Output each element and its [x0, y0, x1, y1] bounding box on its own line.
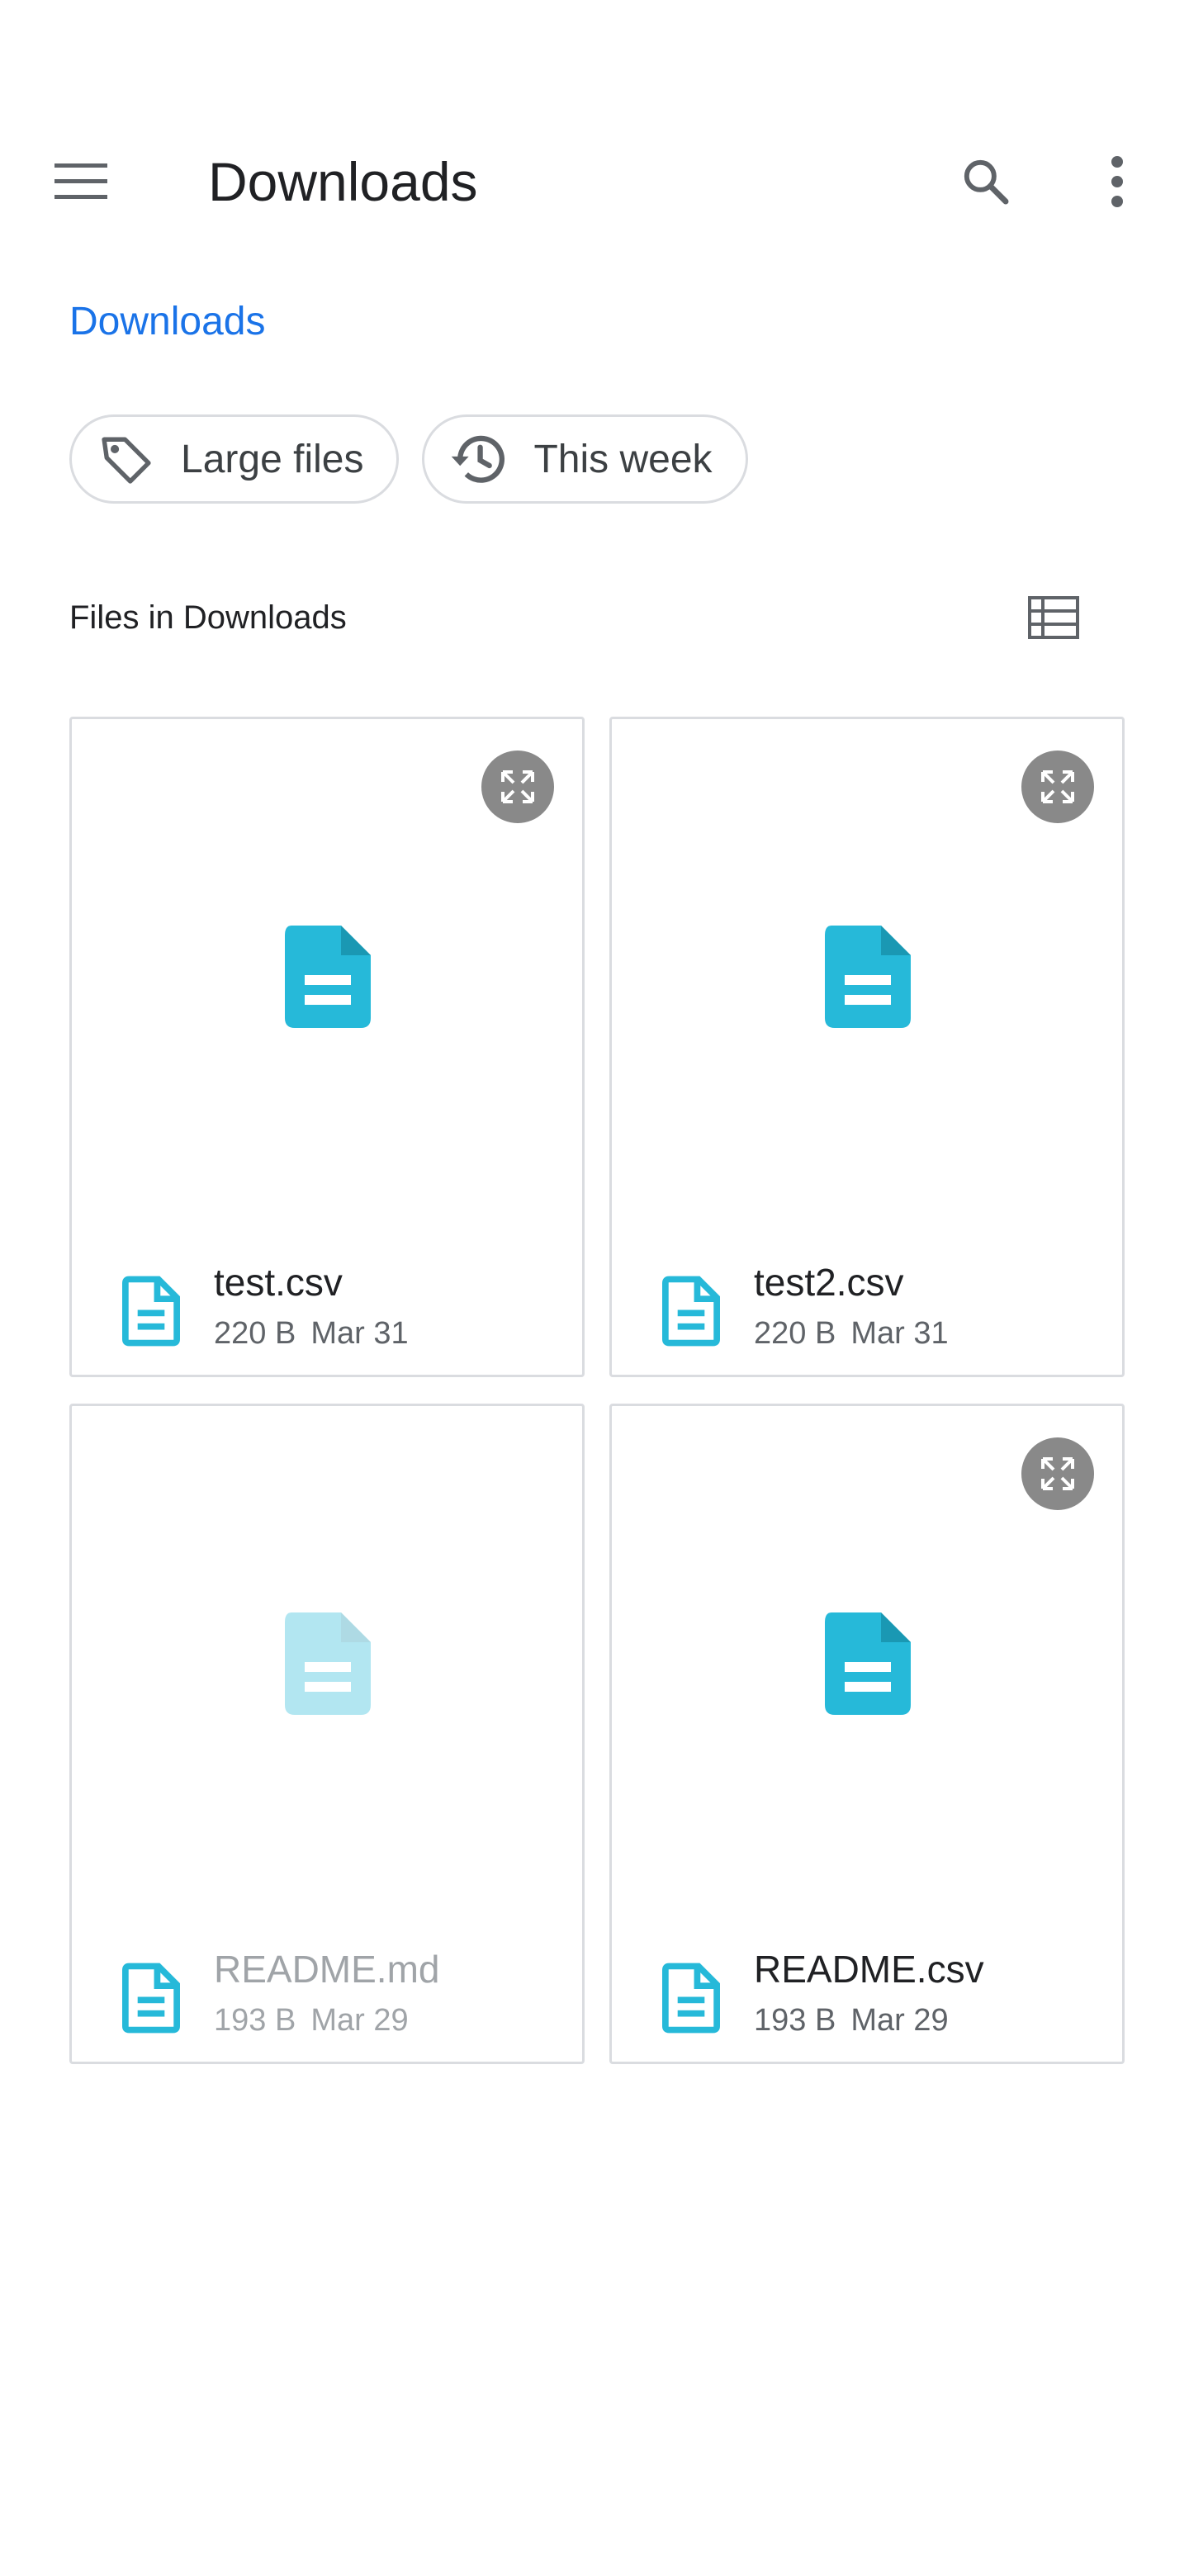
list-view-icon	[1028, 596, 1079, 639]
expand-preview-button[interactable]	[1021, 1437, 1094, 1510]
expand-icon	[1041, 770, 1074, 803]
page-title: Downloads	[208, 151, 478, 212]
chip-label: This week	[533, 437, 713, 481]
document-icon	[662, 1963, 720, 2034]
file-date: Mar 31	[310, 1316, 409, 1351]
history-icon	[448, 428, 510, 490]
document-icon	[285, 926, 371, 1028]
search-icon	[964, 159, 1009, 205]
file-name: test.csv	[214, 1261, 343, 1304]
file-date: Mar 29	[310, 2003, 409, 2038]
file-name: README.csv	[754, 1948, 984, 1991]
expand-preview-button[interactable]	[1021, 751, 1094, 823]
expand-preview-button[interactable]	[481, 751, 554, 823]
expand-icon	[501, 770, 534, 803]
breadcrumb[interactable]: Downloads	[69, 297, 265, 347]
file-size: 220 B	[754, 1316, 836, 1351]
expand-icon	[1041, 1457, 1074, 1490]
menu-button[interactable]	[31, 140, 130, 223]
file-meta: 193 B Mar 29	[214, 2001, 409, 2040]
file-card[interactable]: test.csv 220 B Mar 31	[69, 717, 585, 1377]
document-icon	[285, 1612, 371, 1715]
more-options-button[interactable]	[1072, 140, 1163, 223]
chip-this-week[interactable]: This week	[422, 414, 748, 504]
hamburger-menu-icon	[54, 163, 107, 199]
chip-label: Large files	[181, 437, 364, 481]
file-name: test2.csv	[754, 1261, 904, 1304]
file-card[interactable]: test2.csv 220 B Mar 31	[609, 717, 1125, 1377]
file-size: 193 B	[214, 2003, 296, 2038]
file-card[interactable]: README.csv 193 B Mar 29	[609, 1404, 1125, 2064]
document-icon	[825, 926, 911, 1028]
more-vert-icon	[1111, 156, 1123, 207]
section-title: Files in Downloads	[69, 599, 347, 636]
document-icon	[825, 1612, 911, 1715]
file-date: Mar 29	[850, 2003, 949, 2038]
filter-chips: Large files This week	[69, 414, 748, 504]
document-icon	[662, 1276, 720, 1347]
file-name: README.md	[214, 1948, 440, 1991]
view-toggle-button[interactable]	[1012, 576, 1095, 659]
tag-icon	[95, 428, 158, 490]
file-size: 193 B	[754, 2003, 836, 2038]
chip-large-files[interactable]: Large files	[69, 414, 400, 504]
document-icon	[122, 1963, 180, 2034]
document-icon	[122, 1276, 180, 1347]
file-meta: 220 B Mar 31	[214, 1314, 409, 1353]
search-button[interactable]	[936, 140, 1035, 223]
app-bar: Downloads	[0, 116, 1189, 248]
file-size: 220 B	[214, 1316, 296, 1351]
file-meta: 193 B Mar 29	[754, 2001, 949, 2040]
file-card[interactable]: README.md 193 B Mar 29	[69, 1404, 585, 2064]
file-meta: 220 B Mar 31	[754, 1314, 949, 1353]
file-date: Mar 31	[850, 1316, 949, 1351]
